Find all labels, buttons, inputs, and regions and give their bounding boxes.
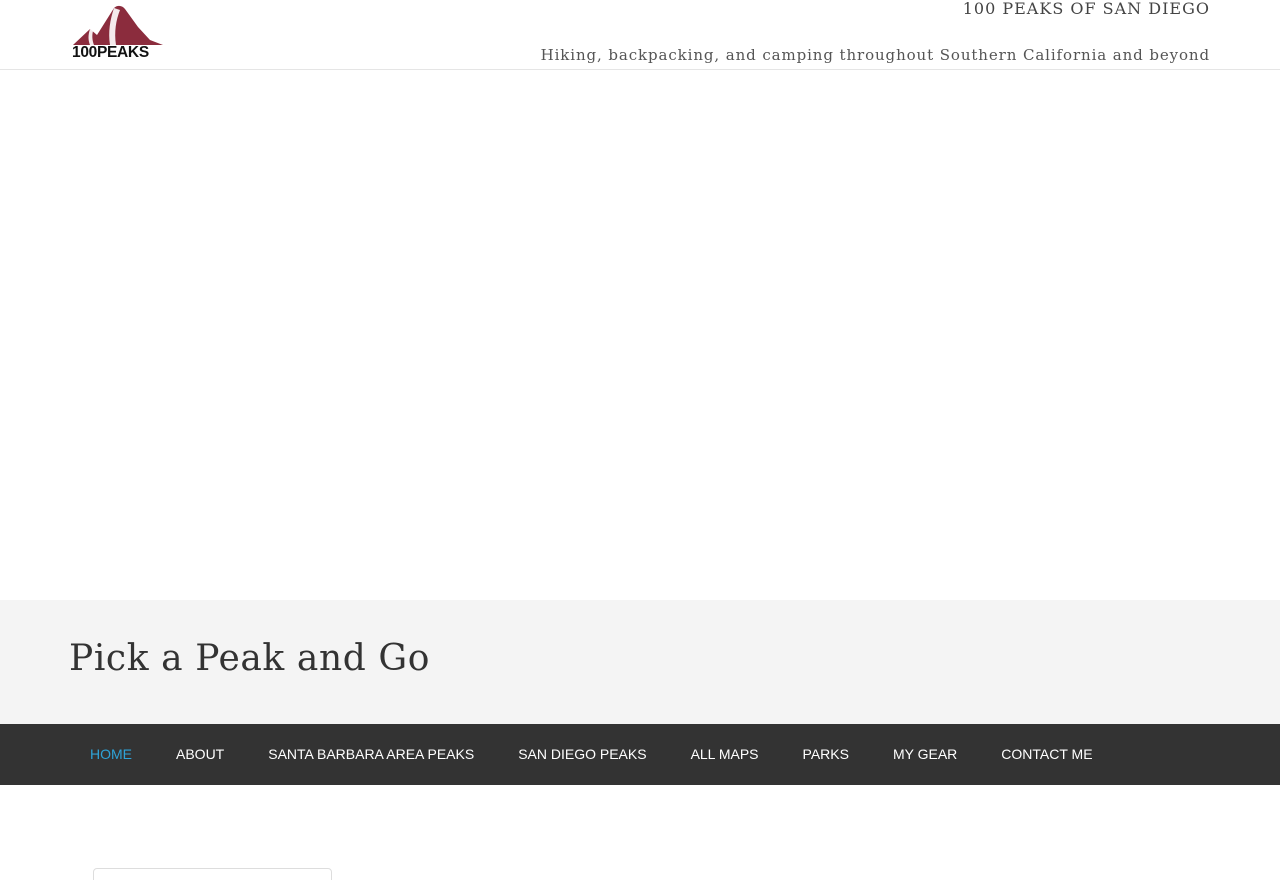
content-area bbox=[0, 785, 1280, 880]
nav-item-parks[interactable]: PARKS bbox=[781, 724, 871, 785]
nav-item-home[interactable]: HOME bbox=[68, 724, 154, 785]
nav-item-contact-me[interactable]: CONTACT ME bbox=[979, 724, 1114, 785]
site-header: 100PEAKS 100 PEAKS OF SAN DIEGO Hiking, … bbox=[0, 0, 1280, 70]
logo-wordmark: 100PEAKS bbox=[72, 44, 149, 58]
site-logo[interactable]: 100PEAKS bbox=[70, 2, 170, 58]
nav-item-san-diego-peaks[interactable]: SAN DIEGO PEAKS bbox=[496, 724, 668, 785]
primary-nav: HOME ABOUT SANTA BARBARA AREA PEAKS SAN … bbox=[0, 724, 1280, 785]
nav-item-about[interactable]: ABOUT bbox=[154, 724, 246, 785]
page-banner: Pick a Peak and Go bbox=[0, 600, 1280, 724]
nav-item-my-gear[interactable]: MY GEAR bbox=[871, 724, 979, 785]
nav-item-santa-barbara-area-peaks[interactable]: SANTA BARBARA AREA PEAKS bbox=[246, 724, 496, 785]
page-title: Pick a Peak and Go bbox=[69, 638, 431, 679]
mountain-logo-icon: 100PEAKS bbox=[72, 5, 163, 58]
hero-area bbox=[0, 70, 1280, 600]
sidebar-widget-box[interactable] bbox=[93, 868, 332, 880]
nav-item-all-maps[interactable]: ALL MAPS bbox=[669, 724, 781, 785]
site-title[interactable]: 100 PEAKS OF SAN DIEGO bbox=[963, 0, 1210, 18]
site-tagline: Hiking, backpacking, and camping through… bbox=[540, 46, 1210, 64]
